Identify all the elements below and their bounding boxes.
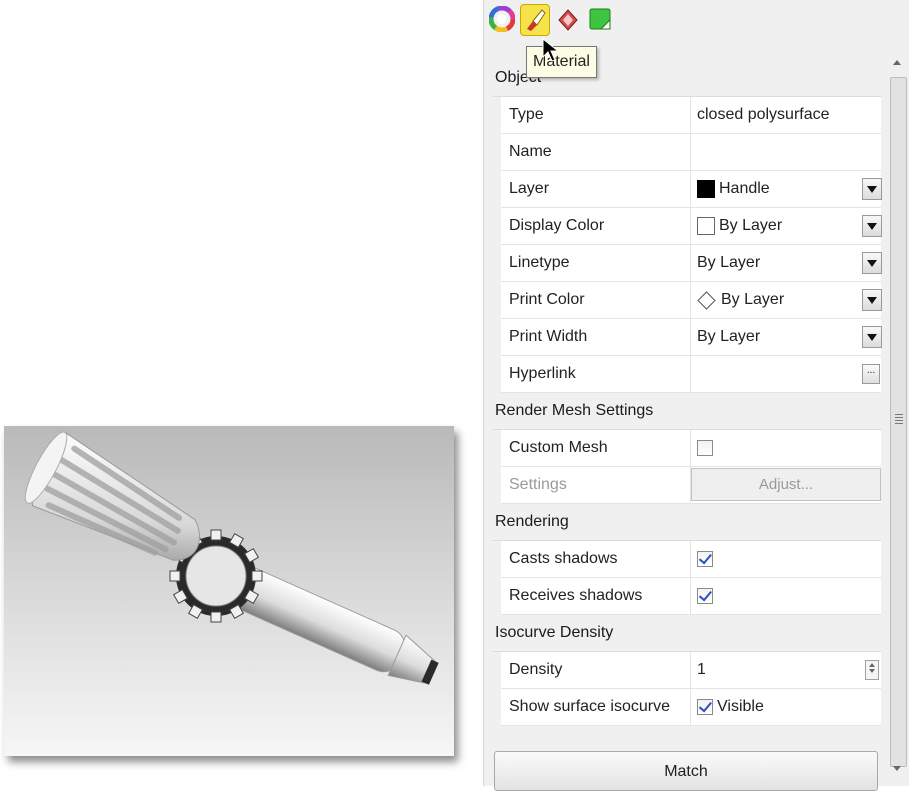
texture-map-icon xyxy=(558,9,578,31)
display-color-dropdown-button[interactable] xyxy=(862,215,882,237)
show-isocurve-checkbox[interactable] xyxy=(697,699,713,715)
section-isocurve: Isocurve Density xyxy=(493,615,881,652)
receives-shadows-label: Receives shadows xyxy=(501,578,691,614)
type-value: closed polysurface xyxy=(697,106,830,123)
receives-shadows-checkbox[interactable] xyxy=(697,588,713,604)
type-row: Type closed polysurface xyxy=(501,97,881,134)
type-label: Type xyxy=(501,97,691,133)
print-color-dropdown-button[interactable] xyxy=(862,289,882,311)
screwdriver-model xyxy=(24,431,439,685)
color-wheel-icon xyxy=(489,6,515,32)
casts-shadows-label: Casts shadows xyxy=(501,541,691,577)
section-render-mesh: Render Mesh Settings xyxy=(493,393,881,430)
settings-row: Settings Adjust... xyxy=(501,467,881,504)
custom-mesh-label: Custom Mesh xyxy=(501,430,691,466)
spin-down-icon[interactable] xyxy=(869,669,875,673)
scroll-down-arrow-icon[interactable] xyxy=(893,766,901,771)
dropdown-arrow-icon xyxy=(867,333,877,341)
show-isocurve-row[interactable]: Show surface isocurve Visible xyxy=(501,689,881,726)
display-color-value: By Layer xyxy=(719,217,783,234)
custom-mesh-row[interactable]: Custom Mesh xyxy=(501,430,881,467)
print-color-value: By Layer xyxy=(721,291,785,308)
layer-value: Handle xyxy=(719,180,770,197)
density-label: Density xyxy=(501,652,691,688)
layer-color-swatch xyxy=(697,180,715,198)
display-color-row[interactable]: Display Color By Layer xyxy=(501,208,882,245)
casts-shadows-row[interactable]: Casts shadows xyxy=(501,541,881,578)
print-color-row[interactable]: Print Color By Layer xyxy=(501,282,882,319)
dropdown-arrow-icon xyxy=(867,296,877,304)
match-button[interactable]: Match xyxy=(494,751,878,791)
settings-label: Settings xyxy=(501,467,691,503)
receives-shadows-row[interactable]: Receives shadows xyxy=(501,578,881,615)
print-width-row[interactable]: Print Width By Layer xyxy=(501,319,882,356)
show-isocurve-label: Show surface isocurve xyxy=(501,689,691,725)
print-width-label: Print Width xyxy=(501,319,691,355)
render-viewport[interactable] xyxy=(4,426,454,756)
print-width-dropdown-button[interactable] xyxy=(862,326,882,348)
section-rendering: Rendering xyxy=(493,504,881,541)
linetype-value: By Layer xyxy=(697,254,761,271)
dropdown-arrow-icon xyxy=(867,259,877,267)
layer-label: Layer xyxy=(501,171,691,207)
decal-icon xyxy=(589,8,611,30)
decal-tab[interactable] xyxy=(586,4,614,34)
linetype-row[interactable]: Linetype By Layer xyxy=(501,245,882,282)
properties-scrollbar[interactable] xyxy=(888,50,909,786)
texture-tab[interactable] xyxy=(554,4,582,34)
hyperlink-browse-button[interactable]: ... xyxy=(862,364,880,384)
hyperlink-label: Hyperlink xyxy=(501,356,691,392)
density-spinner[interactable] xyxy=(865,660,879,680)
display-color-label: Display Color xyxy=(501,208,691,244)
name-label: Name xyxy=(501,134,691,170)
layer-dropdown-button[interactable] xyxy=(862,178,882,200)
name-row[interactable]: Name xyxy=(501,134,881,171)
object-tab[interactable] xyxy=(488,4,516,34)
scroll-up-arrow-icon[interactable] xyxy=(893,60,901,65)
display-color-swatch xyxy=(697,217,715,235)
diamond-icon xyxy=(697,290,716,310)
scroll-thumb[interactable] xyxy=(890,77,907,767)
linetype-dropdown-button[interactable] xyxy=(862,252,882,274)
material-tooltip: Material xyxy=(526,46,597,78)
grip-icon xyxy=(895,414,903,424)
properties-tabbar xyxy=(488,4,614,42)
spin-up-icon[interactable] xyxy=(869,663,875,667)
material-tab[interactable] xyxy=(520,4,550,36)
dropdown-arrow-icon xyxy=(867,222,877,230)
adjust-button[interactable]: Adjust... xyxy=(691,468,881,501)
property-sheet: Object Type closed polysurface Name Laye… xyxy=(493,60,882,726)
dropdown-arrow-icon xyxy=(867,185,877,193)
custom-mesh-checkbox[interactable] xyxy=(697,440,713,456)
casts-shadows-checkbox[interactable] xyxy=(697,551,713,567)
density-value[interactable]: 1 xyxy=(697,652,706,688)
layer-row[interactable]: Layer Handle xyxy=(501,171,882,208)
density-row[interactable]: Density 1 xyxy=(501,652,881,689)
print-width-value: By Layer xyxy=(697,328,761,345)
mouse-cursor-icon xyxy=(542,38,560,62)
print-color-label: Print Color xyxy=(501,282,691,318)
linetype-label: Linetype xyxy=(501,245,691,281)
hyperlink-row[interactable]: Hyperlink ... xyxy=(501,356,881,393)
material-brush-icon xyxy=(527,9,546,31)
show-isocurve-value: Visible xyxy=(717,698,764,715)
